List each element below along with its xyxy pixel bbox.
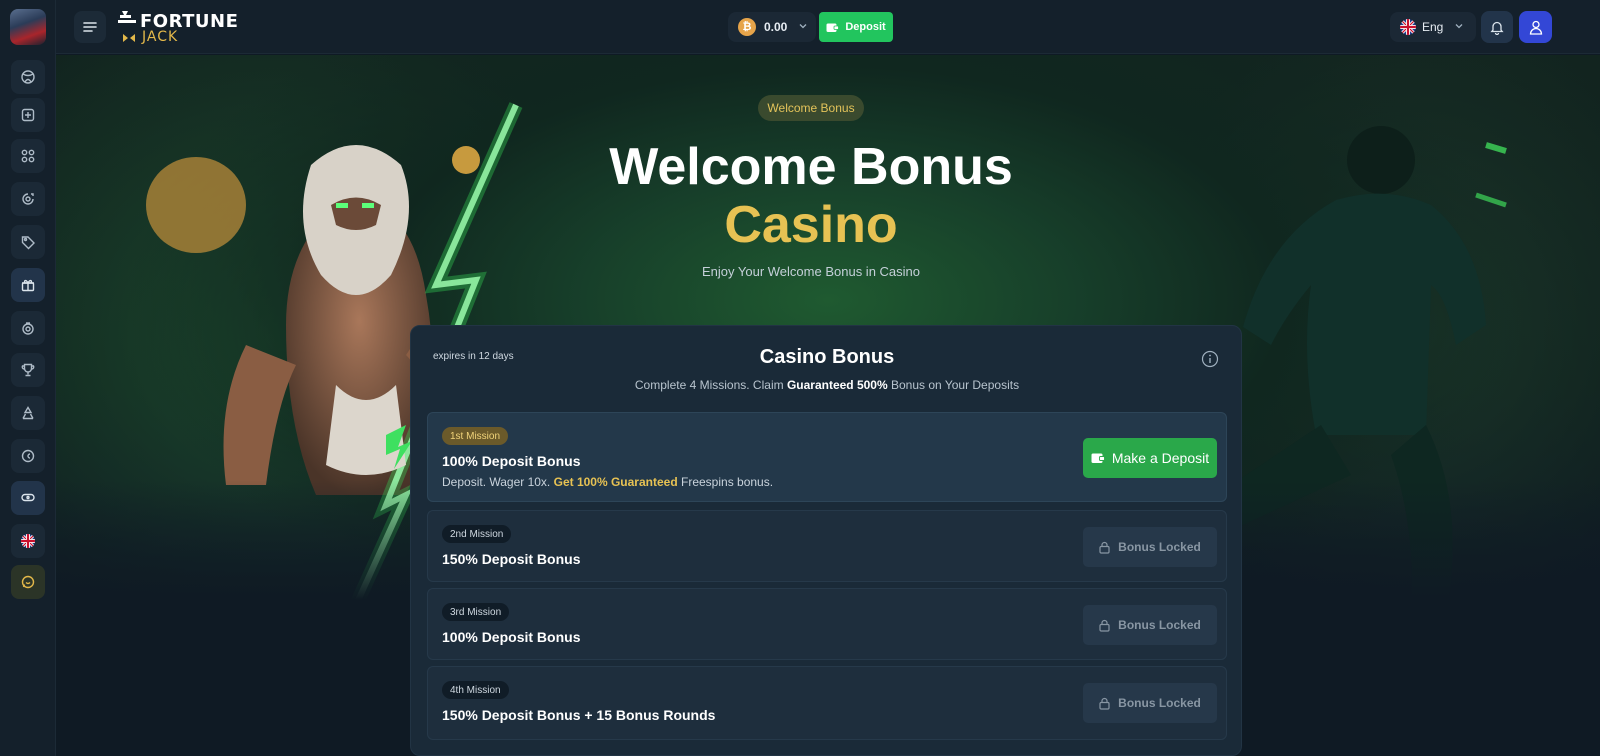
lock-icon <box>1099 541 1110 554</box>
card-desc-suffix: Bonus on Your Deposits <box>887 378 1020 392</box>
mission-title: 100% Deposit Bonus <box>442 453 581 469</box>
make-deposit-label: Make a Deposit <box>1111 450 1210 466</box>
make-deposit-button[interactable]: Make a Deposit <box>1083 438 1217 478</box>
wallet-balance[interactable]: ₿ 0.00 <box>728 12 816 42</box>
lock-icon <box>1099 619 1110 632</box>
logo[interactable]: FORTUNE JACK <box>116 9 246 45</box>
hero-description: Enjoy Your Welcome Bonus in Casino <box>702 264 920 279</box>
mission-card: 1st Mission 100% Deposit Bonus Deposit. … <box>427 412 1227 502</box>
bitcoin-icon: ₿ <box>738 18 756 36</box>
notifications-button[interactable] <box>1481 11 1513 43</box>
hero-title: Welcome Bonus <box>609 138 1013 196</box>
hamburger-icon <box>83 22 97 32</box>
mission-detail: Deposit. Wager 10x. Get 100% Guaranteed … <box>442 475 773 489</box>
gift-icon[interactable] <box>11 268 45 302</box>
mission-card: 2nd Mission 150% Deposit Bonus Bonus Loc… <box>427 510 1227 582</box>
recycle-icon[interactable] <box>11 396 45 430</box>
sidebar <box>0 0 56 756</box>
bonus-locked-label: Bonus Locked <box>1118 618 1201 632</box>
mission-detail-suffix: Freespins bonus. <box>677 475 774 489</box>
user-icon <box>1529 20 1542 35</box>
hero-subtitle: Casino <box>724 196 898 254</box>
gamepad-icon[interactable] <box>11 481 45 515</box>
mission-title: 150% Deposit Bonus <box>442 551 581 567</box>
mission-card: 3rd Mission 100% Deposit Bonus Bonus Loc… <box>427 588 1227 660</box>
casino-bonus-card: expires in 12 days Casino Bonus Complete… <box>410 325 1242 756</box>
top-bar: FORTUNE JACK ₿ 0.00 Deposit Eng <box>56 0 1600 54</box>
card-description: Complete 4 Missions. Claim Guaranteed 50… <box>411 378 1243 392</box>
mission-detail-prefix: Deposit. Wager 10x. <box>442 475 554 489</box>
mission-title: 150% Deposit Bonus + 15 Bonus Rounds <box>442 707 716 723</box>
promo-thumbnail[interactable] <box>10 9 46 45</box>
card-desc-prefix: Complete 4 Missions. Claim <box>634 378 787 392</box>
chevron-down-icon <box>799 24 807 29</box>
trophy-icon[interactable] <box>11 353 45 387</box>
deposit-button[interactable]: Deposit <box>819 12 893 42</box>
logo-crown-icon <box>118 11 136 23</box>
logo-text-bottom: JACK <box>142 29 179 45</box>
wallet-icon <box>1091 453 1105 463</box>
logo-bowtie-icon <box>123 34 135 42</box>
bonus-icon[interactable] <box>11 311 45 345</box>
crypto-icon[interactable] <box>11 439 45 473</box>
promo-tag-icon[interactable] <box>11 225 45 259</box>
mission-tag: 4th Mission <box>442 681 509 699</box>
casino-table-icon[interactable] <box>11 98 45 132</box>
uk-flag-icon[interactable] <box>11 524 45 558</box>
language-label: Eng <box>1422 20 1444 34</box>
mission-detail-highlight: Get 100% Guaranteed <box>553 475 678 489</box>
menu-button[interactable] <box>74 11 106 43</box>
mission-title: 100% Deposit Bonus <box>442 629 581 645</box>
profile-button[interactable] <box>1519 11 1552 43</box>
bonus-locked-button[interactable]: Bonus Locked <box>1083 527 1217 567</box>
mission-tag: 3rd Mission <box>442 603 510 621</box>
card-desc-bold: Guaranteed 500% <box>786 378 888 392</box>
chevron-down-icon <box>1455 24 1463 29</box>
mission-tag: 1st Mission <box>442 427 509 445</box>
deposit-label: Deposit <box>845 21 886 33</box>
uk-flag-icon <box>1400 19 1416 35</box>
bell-icon <box>1490 21 1504 35</box>
grid-icon[interactable] <box>11 139 45 173</box>
bonus-locked-button[interactable]: Bonus Locked <box>1083 605 1217 645</box>
mission-card: 4th Mission 150% Deposit Bonus + 15 Bonu… <box>427 666 1227 740</box>
wallet-icon <box>826 23 840 32</box>
lock-icon <box>1099 697 1110 710</box>
bonus-locked-button[interactable]: Bonus Locked <box>1083 683 1217 723</box>
bonus-locked-label: Bonus Locked <box>1118 540 1201 554</box>
info-icon[interactable] <box>1201 350 1219 368</box>
sports-ball-icon[interactable] <box>11 60 45 94</box>
language-selector[interactable]: Eng <box>1390 12 1476 42</box>
chat-icon[interactable] <box>11 565 45 599</box>
chip-icon[interactable] <box>11 182 45 216</box>
bonus-locked-label: Bonus Locked <box>1118 696 1201 710</box>
mission-tag: 2nd Mission <box>442 525 512 543</box>
card-title: Casino Bonus <box>759 346 895 368</box>
balance-amount: 0.00 <box>764 20 788 34</box>
hero-badge: Welcome Bonus <box>758 95 864 121</box>
